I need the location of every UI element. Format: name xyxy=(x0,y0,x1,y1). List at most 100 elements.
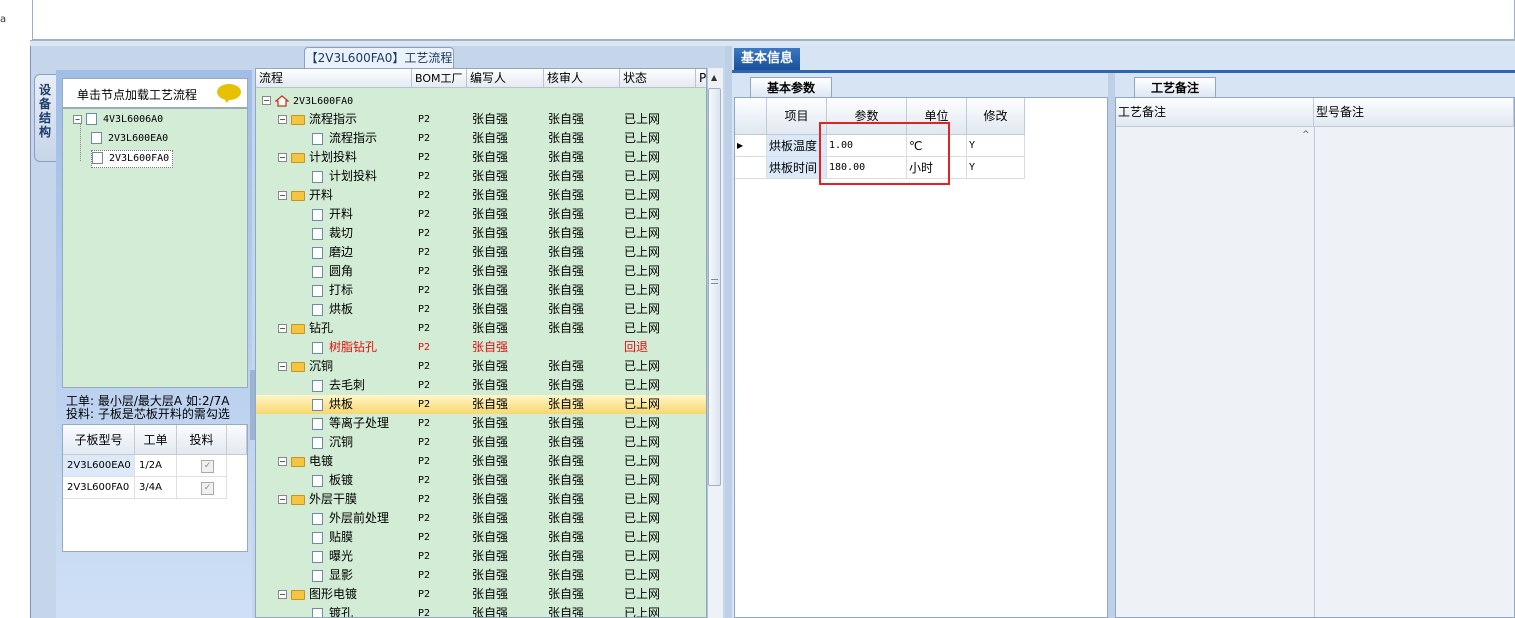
scrollbar-thumb[interactable] xyxy=(708,88,721,486)
table-cell-feed[interactable]: ✓ xyxy=(177,455,227,477)
collapse-icon[interactable]: − xyxy=(73,114,82,124)
process-step-row[interactable]: 圆角 P2 张自强 张自强 已上网 xyxy=(256,262,706,281)
process-group-row[interactable]: − 沉铜 P2 张自强 张自强 已上网 xyxy=(256,357,706,376)
status-cell: 已上网 xyxy=(624,568,661,582)
reviewer-cell: 张自强 xyxy=(548,188,585,202)
collapse-icon[interactable]: − xyxy=(278,362,287,371)
process-group-row[interactable]: − 外层干膜 P2 张自强 张自强 已上网 xyxy=(256,490,706,509)
collapse-icon[interactable]: − xyxy=(278,590,287,599)
process-step-row[interactable]: 打标 P2 张自强 张自强 已上网 xyxy=(256,281,706,300)
row-selector xyxy=(735,157,767,179)
process-group-row[interactable]: − 流程指示 P2 张自强 张自强 已上网 xyxy=(256,110,706,129)
status-cell: 已上网 xyxy=(624,435,661,449)
process-step-row[interactable]: 沉铜 P2 张自强 张自强 已上网 xyxy=(256,433,706,452)
side-tab-equipment-structure[interactable]: 设备结构 xyxy=(34,74,57,162)
process-step-row[interactable]: 曝光 P2 张自强 张自强 已上网 xyxy=(256,547,706,566)
feed-checkbox[interactable]: ✓ xyxy=(201,460,214,473)
process-group-row[interactable]: − 开料 P2 张自强 张自强 已上网 xyxy=(256,186,706,205)
process-step-row[interactable]: 烘板 P2 张自强 张自强 已上网 xyxy=(256,395,706,414)
tab-process-notes[interactable]: 工艺备注 xyxy=(1134,77,1216,97)
tree-node-selected[interactable]: 2V3L600FA0 xyxy=(91,150,174,168)
process-name: 贴膜 xyxy=(329,530,354,544)
process-group-row[interactable]: − 钻孔 P2 张自强 张自强 已上网 xyxy=(256,319,706,338)
tree-node-root[interactable]: − 4V3L6006A0 xyxy=(73,112,163,128)
table-cell-model[interactable]: 2V3L600FA0 xyxy=(63,477,135,499)
col-header-feed[interactable]: 投料 xyxy=(177,425,227,455)
collapse-icon[interactable]: − xyxy=(262,96,271,105)
bom-factory-cell: P2 xyxy=(418,114,431,125)
process-step-row[interactable]: 镀孔 P2 张自强 张自强 已上网 xyxy=(256,604,706,617)
right-splitter[interactable] xyxy=(1108,73,1115,618)
process-group-row[interactable]: − 电镀 P2 张自强 张自强 已上网 xyxy=(256,452,706,471)
process-step-row[interactable]: 外层前处理 P2 张自强 张自强 已上网 xyxy=(256,509,706,528)
process-step-row[interactable]: 板镀 P2 张自强 张自强 已上网 xyxy=(256,471,706,490)
reviewer-cell: 张自强 xyxy=(548,549,585,563)
status-cell: 已上网 xyxy=(624,226,661,240)
collapse-icon[interactable]: − xyxy=(278,457,287,466)
bom-factory-cell: P2 xyxy=(418,380,431,391)
table-cell-order[interactable]: 3/4A xyxy=(135,477,177,499)
feed-checkbox[interactable]: ✓ xyxy=(201,482,214,495)
process-step-row[interactable]: 流程指示 P2 张自强 张自强 已上网 xyxy=(256,129,706,148)
process-step-row[interactable]: 计划投料 P2 张自强 张自强 已上网 xyxy=(256,167,706,186)
bom-factory-cell: P2 xyxy=(418,551,431,562)
collapse-icon[interactable]: − xyxy=(278,191,287,200)
document-icon xyxy=(86,113,97,125)
tree-node-child[interactable]: 2V3L600EA0 xyxy=(91,131,168,147)
param-item[interactable]: 烘板温度 xyxy=(767,135,827,157)
process-grid: 流程 BOM工厂 编写人 核审人 状态 P −2V3L600FA0 − 流程指示 P… xyxy=(255,68,707,618)
col-header-model[interactable]: 子板型号 xyxy=(63,425,135,455)
collapse-icon[interactable]: − xyxy=(278,324,287,333)
document-icon xyxy=(312,436,323,449)
bom-factory-cell: P2 xyxy=(418,285,431,296)
collapse-up-icon[interactable]: ^ xyxy=(1302,130,1310,140)
process-step-row[interactable]: 等离子处理 P2 张自强 张自强 已上网 xyxy=(256,414,706,433)
process-step-row[interactable]: 树脂钻孔 P2 张自强 回退 xyxy=(256,338,706,357)
process-name: 流程指示 xyxy=(309,112,358,126)
param-modify[interactable]: Y xyxy=(967,135,1025,157)
param-item[interactable]: 烘板时间 xyxy=(767,157,827,179)
col-header-reviewer[interactable]: 核审人 xyxy=(544,69,620,88)
side-tab-label: 设备结构 xyxy=(39,83,52,139)
process-step-row[interactable]: 去毛刺 P2 张自强 张自强 已上网 xyxy=(256,376,706,395)
table-cell-order[interactable]: 1/2A xyxy=(135,455,177,477)
col-header-process-note[interactable]: 工艺备注 xyxy=(1116,98,1314,127)
col-header-item[interactable]: 项目 xyxy=(767,98,827,135)
document-icon xyxy=(312,474,323,487)
reviewer-cell: 张自强 xyxy=(548,454,585,468)
process-name: 裁切 xyxy=(329,226,354,240)
col-header-order[interactable]: 工单 xyxy=(135,425,177,455)
process-name: 去毛刺 xyxy=(329,378,366,392)
col-header-flow[interactable]: 流程 xyxy=(256,69,412,88)
process-group-row[interactable]: − 图形电镀 P2 张自强 张自强 已上网 xyxy=(256,585,706,604)
process-name: 外层干膜 xyxy=(309,492,358,506)
process-step-row[interactable]: 开料 P2 张自强 张自强 已上网 xyxy=(256,205,706,224)
reviewer-cell: 张自强 xyxy=(548,568,585,582)
table-cell-feed[interactable]: ✓ xyxy=(177,477,227,499)
col-header-model-note[interactable]: 型号备注 xyxy=(1314,98,1514,127)
middle-splitter[interactable] xyxy=(725,46,732,618)
tab-basic-params[interactable]: 基本参数 xyxy=(750,77,832,97)
tab-basic-info[interactable]: 基本信息 xyxy=(734,48,800,70)
col-header-writer[interactable]: 编写人 xyxy=(467,69,544,88)
tree-node-label: 4V3L6006A0 xyxy=(103,114,164,125)
collapse-icon[interactable]: − xyxy=(278,495,287,504)
collapse-icon[interactable]: − xyxy=(278,115,287,124)
param-modify[interactable]: Y xyxy=(967,157,1025,179)
process-group-row[interactable]: − 计划投料 P2 张自强 张自强 已上网 xyxy=(256,148,706,167)
process-step-row[interactable]: 显影 P2 张自强 张自强 已上网 xyxy=(256,566,706,585)
reviewer-cell: 张自强 xyxy=(548,435,585,449)
document-icon xyxy=(312,246,323,259)
col-header-modify[interactable]: 修改 xyxy=(967,98,1025,135)
collapse-icon[interactable]: − xyxy=(278,153,287,162)
scroll-up-icon[interactable]: ▲ xyxy=(711,73,717,82)
process-step-row[interactable]: 贴膜 P2 张自强 张自强 已上网 xyxy=(256,528,706,547)
col-header-status[interactable]: 状态 xyxy=(620,69,696,88)
tree-row-root[interactable]: − 2V3L600FA0 xyxy=(256,91,706,110)
process-step-row[interactable]: 烘板 P2 张自强 张自强 已上网 xyxy=(256,300,706,319)
process-step-row[interactable]: 裁切 P2 张自强 张自强 已上网 xyxy=(256,224,706,243)
table-cell-model[interactable]: 2V3L600EA0 xyxy=(63,455,135,477)
process-step-row[interactable]: 磨边 P2 张自强 张自强 已上网 xyxy=(256,243,706,262)
col-header-bom-factory[interactable]: BOM工厂 xyxy=(412,69,467,88)
col-header-p[interactable]: P xyxy=(696,69,706,88)
